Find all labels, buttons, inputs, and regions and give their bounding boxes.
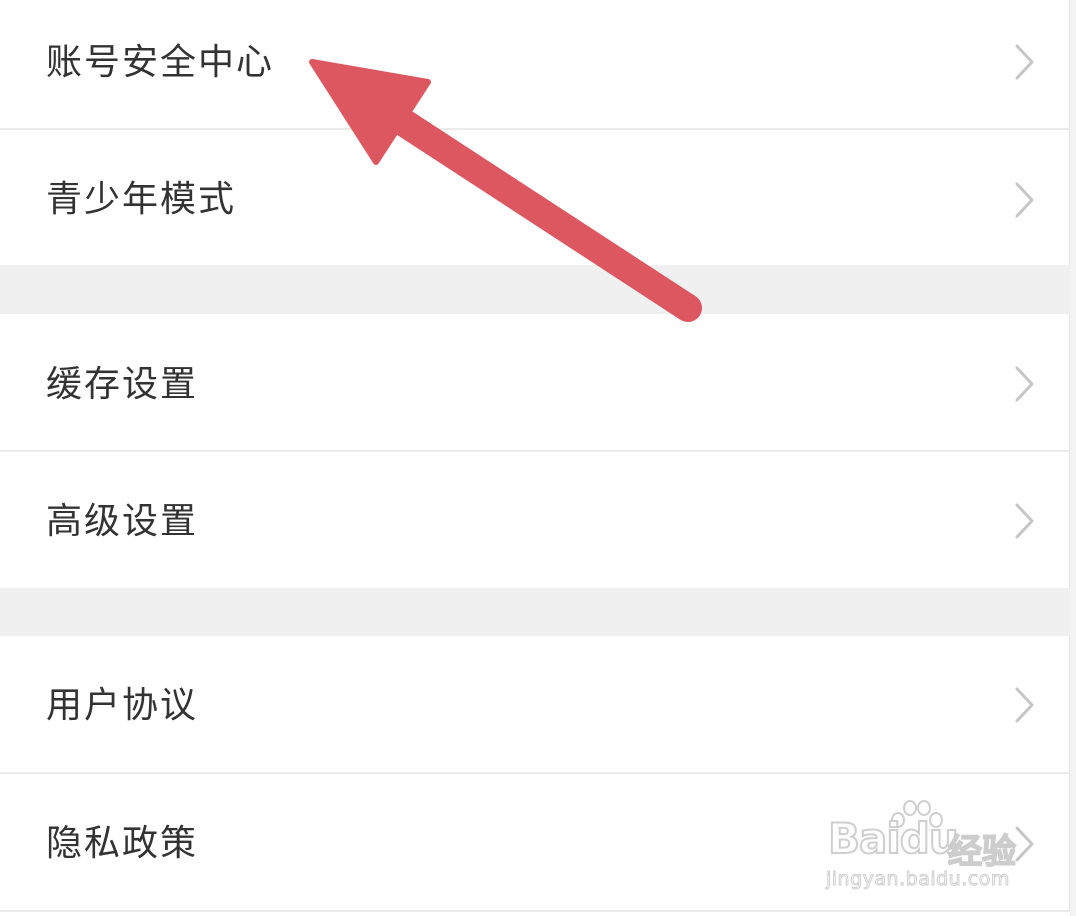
settings-item-teen-mode[interactable]: 青少年模式 (0, 130, 1070, 265)
settings-item-user-agreement[interactable]: 用户协议 (0, 636, 1070, 772)
settings-item-label: 高级设置 (46, 501, 199, 542)
chevron-right-icon (1015, 503, 1034, 539)
chevron-right-icon (1015, 182, 1034, 218)
right-edge-strip (1070, 0, 1076, 916)
chevron-right-icon (1015, 366, 1034, 402)
divider (0, 910, 1070, 912)
section-gap (0, 265, 1070, 314)
settings-item-cache-settings[interactable]: 缓存设置 (0, 314, 1070, 450)
chevron-right-icon (1015, 826, 1034, 862)
settings-item-label: 隐私政策 (46, 823, 199, 864)
settings-item-label: 缓存设置 (46, 364, 199, 405)
settings-list: 账号安全中心 青少年模式 缓存设置 高级设置 用户协议 隐私政策 (0, 0, 1076, 916)
settings-item-label: 用户协议 (46, 685, 199, 726)
settings-item-label: 账号安全中心 (46, 42, 275, 83)
settings-item-advanced-settings[interactable]: 高级设置 (0, 452, 1070, 588)
settings-item-account-security[interactable]: 账号安全中心 (0, 0, 1070, 128)
settings-item-privacy-policy[interactable]: 隐私政策 (0, 774, 1070, 910)
chevron-right-icon (1015, 44, 1034, 80)
section-gap (0, 588, 1070, 636)
settings-item-label: 青少年模式 (46, 179, 237, 220)
chevron-right-icon (1015, 687, 1034, 723)
